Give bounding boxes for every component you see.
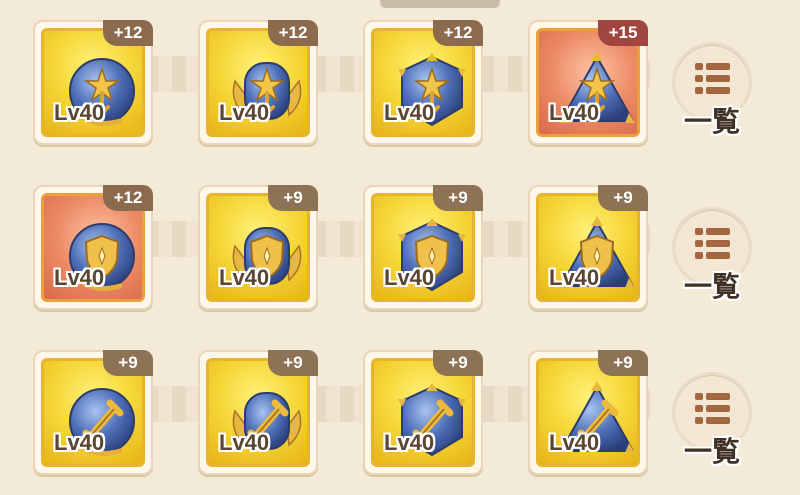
enhance-level-badge: +9 [433,185,483,211]
enhance-level-badge: +12 [103,185,153,211]
equipment-card[interactable]: Lv40 +9 [528,185,648,310]
enhance-level-badge: +9 [598,350,648,376]
equipment-row: Lv40 +12 Lv40 +12 Lv40 +12 Lv40 +15 一覧 [0,0,800,165]
equipment-card[interactable]: Lv40 +12 [33,20,153,145]
level-label: Lv40 [219,265,270,290]
equipment-card[interactable]: Lv40 +12 [363,20,483,145]
enhance-level-badge: +12 [433,20,483,46]
enhance-level-badge: +9 [103,350,153,376]
list-view-button[interactable]: 一覧 [664,42,760,138]
level-label: Lv40 [54,430,105,455]
level-label: Lv40 [384,265,435,290]
enhance-level-badge: +9 [268,185,318,211]
level-label: Lv40 [384,100,435,125]
equipment-card[interactable]: Lv40 +9 [33,350,153,475]
equipment-card[interactable]: Lv40 +9 [363,350,483,475]
equipment-card[interactable]: Lv40 +9 [198,350,318,475]
equipment-card[interactable]: Lv40 +9 [528,350,648,475]
enhance-level-badge: +12 [268,20,318,46]
equipment-row: Lv40 +9 Lv40 +9 Lv40 +9 Lv40 +9 一覧 [0,330,800,495]
level-label: Lv40 [54,100,105,125]
equipment-card[interactable]: Lv40 +12 [198,20,318,145]
enhance-level-badge: +9 [268,350,318,376]
level-label: Lv40 [54,265,105,290]
list-button-label: 一覧 [683,435,740,468]
equipment-card[interactable]: Lv40 +9 [363,185,483,310]
list-button-label: 一覧 [683,105,740,138]
equipment-row: Lv40 +12 Lv40 +9 Lv40 +9 Lv40 +9 一覧 [0,165,800,330]
equipment-card[interactable]: Lv40 +9 [198,185,318,310]
level-label: Lv40 [384,430,435,455]
enhance-level-badge: +9 [433,350,483,376]
level-label: Lv40 [549,100,600,125]
level-label: Lv40 [219,430,270,455]
equipment-card[interactable]: Lv40 +12 [33,185,153,310]
list-button-label: 一覧 [683,270,740,303]
level-label: Lv40 [219,100,270,125]
level-label: Lv40 [549,265,600,290]
list-view-button[interactable]: 一覧 [664,207,760,303]
equipment-card[interactable]: Lv40 +15 [528,20,648,145]
list-view-button[interactable]: 一覧 [664,372,760,468]
level-label: Lv40 [549,430,600,455]
enhance-level-badge: +15 [598,20,648,46]
enhance-level-badge: +9 [598,185,648,211]
enhance-level-badge: +12 [103,20,153,46]
